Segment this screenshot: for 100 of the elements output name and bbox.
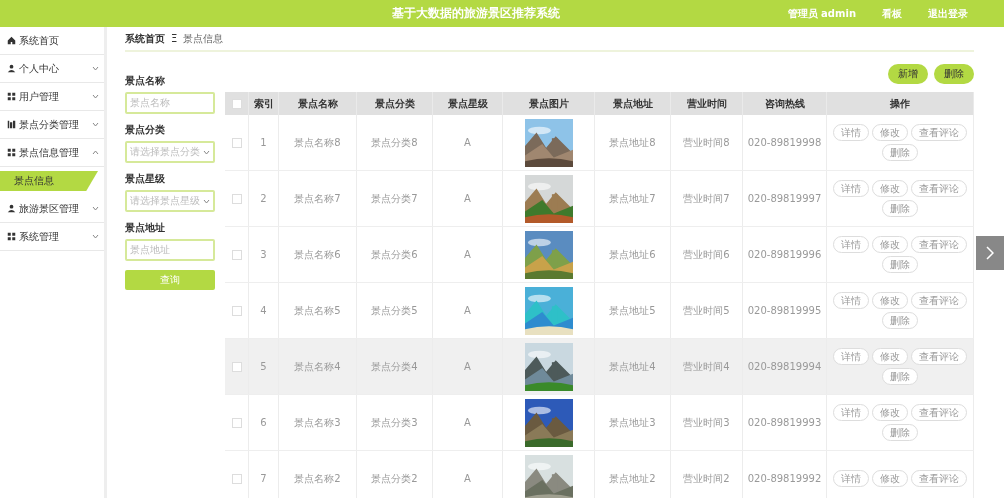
table-cell: 020-89819998 bbox=[743, 115, 827, 170]
home-icon bbox=[7, 36, 16, 45]
sidebar-item[interactable]: 系统管理 bbox=[0, 223, 104, 251]
input-field[interactable]: 景点名称 bbox=[125, 92, 215, 114]
filter-label: 景点分类 bbox=[125, 123, 166, 137]
delete-button[interactable]: 删除 bbox=[934, 64, 974, 84]
table-cell: 营业时间8 bbox=[671, 115, 743, 170]
row-action-button[interactable]: 详情 bbox=[833, 124, 869, 141]
table-cell: 景点地址7 bbox=[595, 171, 671, 226]
table-cell: 景点分类6 bbox=[357, 227, 433, 282]
breadcrumb-link[interactable]: 系统首页 bbox=[125, 31, 165, 46]
select-field[interactable]: 请选择景点星级 bbox=[125, 190, 215, 212]
row-action-button[interactable]: 删除 bbox=[882, 200, 918, 217]
table-cell: 景点分类7 bbox=[357, 171, 433, 226]
row-action-button[interactable]: 删除 bbox=[882, 424, 918, 441]
next-button[interactable] bbox=[976, 236, 1004, 270]
row-action-button[interactable]: 详情 bbox=[833, 180, 869, 197]
table-cell: 景点地址4 bbox=[595, 339, 671, 394]
table-cell: 营业时间6 bbox=[671, 227, 743, 282]
table-cell: 020-89819994 bbox=[743, 339, 827, 394]
sidebar-item[interactable]: 个人中心 bbox=[0, 55, 104, 83]
checkbox[interactable] bbox=[231, 361, 242, 372]
table-cell: 景点名称8 bbox=[279, 115, 357, 170]
breadcrumb-current: 景点信息 bbox=[183, 31, 224, 46]
table-cell: 景点名称5 bbox=[279, 283, 357, 338]
table-cell: 020-89819995 bbox=[743, 283, 827, 338]
table-cell: 020-89819993 bbox=[743, 395, 827, 450]
sidebar-label: 景点信息管理 bbox=[19, 145, 80, 160]
table-cell: 020-89819992 bbox=[743, 451, 827, 498]
row-action-button[interactable]: 查看评论 bbox=[911, 470, 967, 487]
row-action-button[interactable]: 修改 bbox=[872, 348, 908, 365]
table-cell: A bbox=[433, 227, 503, 282]
checkbox[interactable] bbox=[231, 137, 242, 148]
sidebar-label: 旅游景区管理 bbox=[19, 201, 80, 216]
sidebar-label: 个人中心 bbox=[19, 61, 60, 76]
row-action-button[interactable]: 查看评论 bbox=[911, 236, 967, 253]
row-action-button[interactable]: 修改 bbox=[872, 292, 908, 309]
sidebar-item[interactable]: 景点分类管理 bbox=[0, 111, 104, 139]
row-action-button[interactable]: 删除 bbox=[882, 256, 918, 273]
row-action-button[interactable]: 详情 bbox=[833, 404, 869, 421]
table-cell: 景点分类5 bbox=[357, 283, 433, 338]
grid-icon bbox=[7, 232, 16, 241]
filter-label: 景点名称 bbox=[125, 74, 166, 88]
checkbox[interactable] bbox=[231, 98, 242, 109]
table-cell: 020-89819996 bbox=[743, 227, 827, 282]
row-action-button[interactable]: 删除 bbox=[882, 368, 918, 385]
table-cell: 景点地址3 bbox=[595, 395, 671, 450]
header-link[interactable]: 看板 bbox=[882, 6, 902, 21]
row-action-button[interactable]: 查看评论 bbox=[911, 404, 967, 421]
header-link[interactable]: 退出登录 bbox=[928, 6, 968, 21]
sidebar-subitem[interactable]: 景点信息 bbox=[0, 171, 98, 191]
row-action-button[interactable]: 修改 bbox=[872, 404, 908, 421]
table-cell: 020-89819997 bbox=[743, 171, 827, 226]
filter-label: 景点地址 bbox=[125, 221, 166, 235]
table-cell: A bbox=[433, 395, 503, 450]
row-action-button[interactable]: 查看评论 bbox=[911, 292, 967, 309]
checkbox[interactable] bbox=[231, 473, 242, 484]
table-cell: 3 bbox=[249, 227, 279, 282]
table-cell: 景点分类3 bbox=[357, 395, 433, 450]
row-action-button[interactable]: 修改 bbox=[872, 180, 908, 197]
user-icon bbox=[7, 204, 16, 213]
table-cell: 4 bbox=[249, 283, 279, 338]
row-action-button[interactable]: 删除 bbox=[882, 312, 918, 329]
table-cell: 营业时间5 bbox=[671, 283, 743, 338]
table-cell: 景点分类2 bbox=[357, 451, 433, 498]
row-action-button[interactable]: 查看评论 bbox=[911, 180, 967, 197]
row-action-button[interactable]: 修改 bbox=[872, 236, 908, 253]
sidebar-item[interactable]: 旅游景区管理 bbox=[0, 195, 104, 223]
row-action-button[interactable]: 详情 bbox=[833, 292, 869, 309]
table-cell: 2 bbox=[249, 171, 279, 226]
table-cell: 营业时间7 bbox=[671, 171, 743, 226]
row-action-button[interactable]: 详情 bbox=[833, 348, 869, 365]
row-action-button[interactable]: 详情 bbox=[833, 470, 869, 487]
table-cell: 景点名称4 bbox=[279, 339, 357, 394]
checkbox[interactable] bbox=[231, 249, 242, 260]
checkbox[interactable] bbox=[231, 193, 242, 204]
sidebar-item[interactable]: 系统首页 bbox=[0, 27, 104, 55]
row-action-button[interactable]: 修改 bbox=[872, 470, 908, 487]
row-action-button[interactable]: 删除 bbox=[882, 144, 918, 161]
table-cell: 景点地址6 bbox=[595, 227, 671, 282]
add-button[interactable]: 新增 bbox=[888, 64, 928, 84]
search-button[interactable]: 查询 bbox=[125, 270, 215, 290]
header-link[interactable]: 管理员 admin bbox=[787, 6, 856, 21]
row-action-button[interactable]: 查看评论 bbox=[911, 348, 967, 365]
user-icon bbox=[7, 64, 16, 73]
checkbox[interactable] bbox=[231, 417, 242, 428]
table-cell: 景点地址2 bbox=[595, 451, 671, 498]
row-action-button[interactable]: 查看评论 bbox=[911, 124, 967, 141]
table-cell: A bbox=[433, 339, 503, 394]
table-cell: 7 bbox=[249, 451, 279, 498]
checkbox[interactable] bbox=[231, 305, 242, 316]
sidebar-item[interactable]: 景点信息管理 bbox=[0, 139, 104, 167]
sidebar-label: 系统管理 bbox=[19, 229, 60, 244]
table-cell: 营业时间3 bbox=[671, 395, 743, 450]
table-cell: 6 bbox=[249, 395, 279, 450]
row-action-button[interactable]: 修改 bbox=[872, 124, 908, 141]
sidebar-item[interactable]: 用户管理 bbox=[0, 83, 104, 111]
table-cell: A bbox=[433, 451, 503, 498]
row-action-button[interactable]: 详情 bbox=[833, 236, 869, 253]
table-cell: 营业时间4 bbox=[671, 339, 743, 394]
